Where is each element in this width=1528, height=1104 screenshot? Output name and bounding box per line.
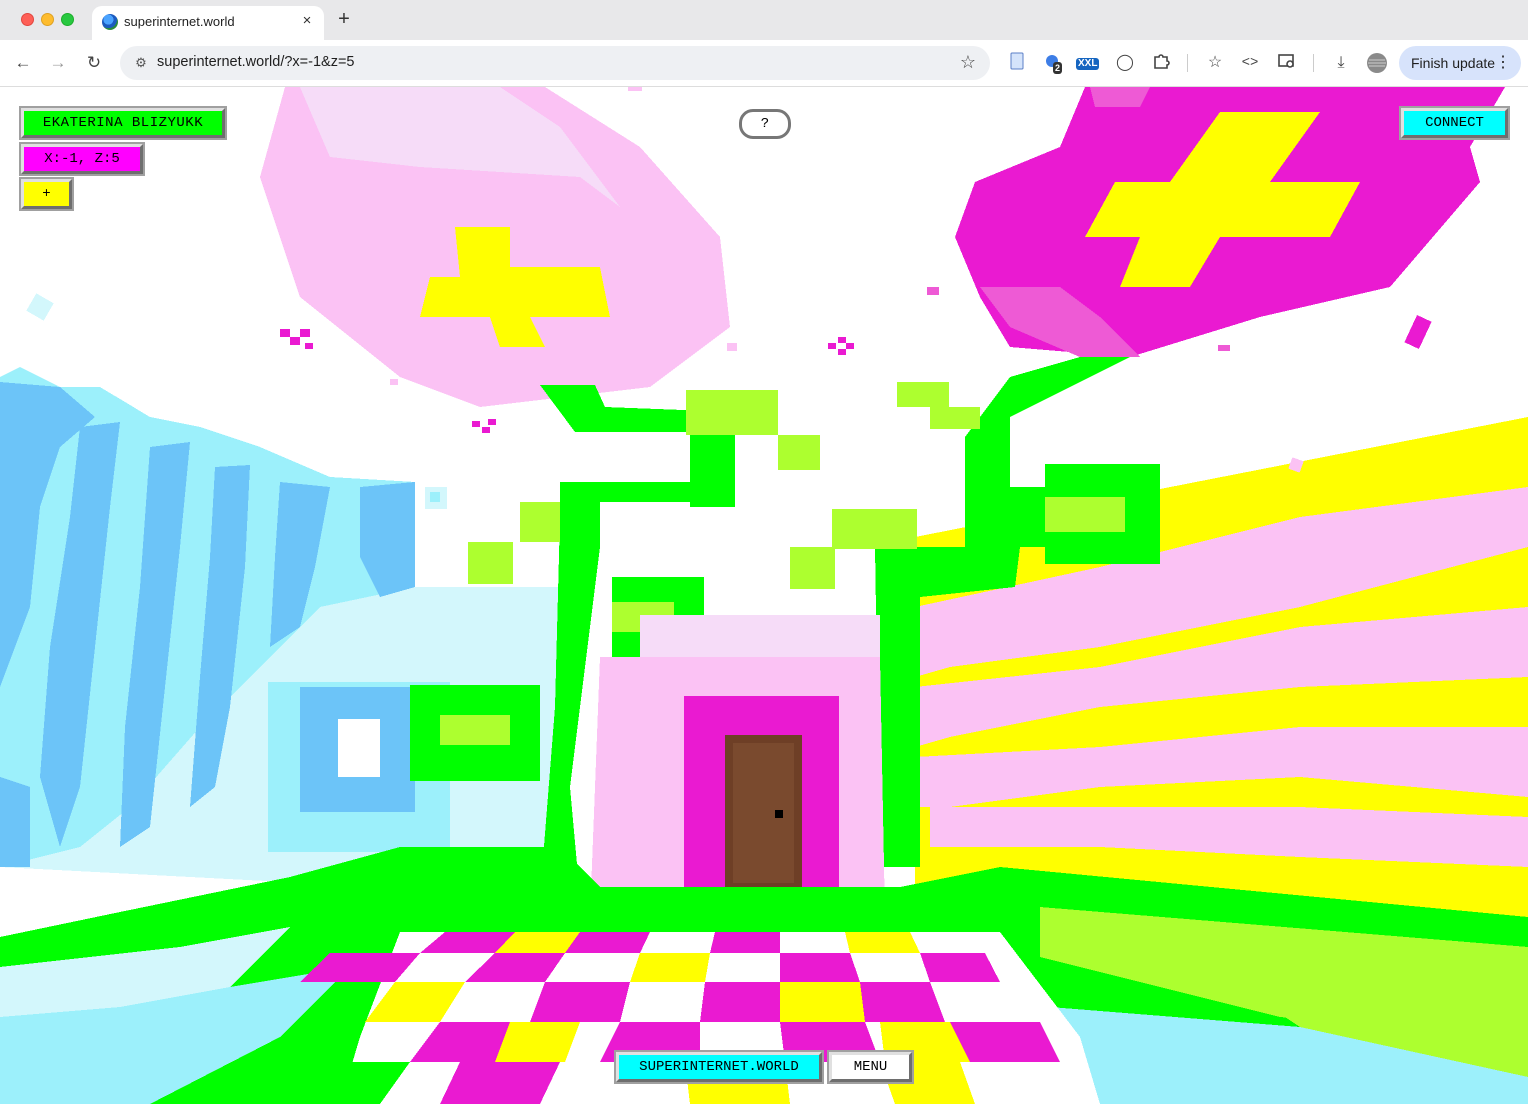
site-info-icon[interactable]: ⚙ <box>132 54 150 72</box>
minimize-window-button[interactable] <box>41 13 54 26</box>
browser-tab[interactable]: superinternet.world × <box>92 6 324 40</box>
maximize-window-button[interactable] <box>61 13 74 26</box>
more-menu-icon[interactable]: ⋮ <box>1495 46 1511 80</box>
bookmarks-icon[interactable]: ☆ <box>1204 52 1226 74</box>
xxl-extension-icon[interactable]: XXL <box>1076 52 1102 74</box>
game-scene[interactable] <box>0 87 1528 1104</box>
add-button[interactable]: + <box>19 177 74 211</box>
help-button[interactable]: ? <box>739 109 791 139</box>
finish-update-label: Finish update <box>1411 55 1496 71</box>
back-icon[interactable]: ← <box>10 50 36 76</box>
download-icon[interactable]: ⤓ <box>1330 52 1352 74</box>
player-name-badge[interactable]: EKATERINA BLIZYUKK <box>19 106 227 140</box>
toolbar-divider <box>1313 54 1314 72</box>
door-knob <box>775 810 783 818</box>
menu-button[interactable]: MENU <box>827 1050 914 1084</box>
screen-search-icon[interactable] <box>1276 52 1298 74</box>
toolbar-divider <box>1187 54 1188 72</box>
game-viewport[interactable]: EKATERINA BLIZYUKK X:-1, Z:5 + ? CONNECT… <box>0 87 1528 1104</box>
coordinates-badge: X:-1, Z:5 <box>19 142 145 176</box>
tab-title: superinternet.world <box>124 14 235 29</box>
bookmark-star-icon[interactable]: ☆ <box>960 52 976 73</box>
circle-extension-icon[interactable]: ◯ <box>1114 52 1136 74</box>
code-icon[interactable]: <> <box>1239 52 1261 74</box>
extension-icon[interactable]: 2 <box>1043 52 1065 74</box>
puzzle-icon[interactable] <box>1150 52 1172 74</box>
door-tower <box>590 615 885 917</box>
finish-update-button[interactable]: Finish update ⋮ <box>1399 46 1521 80</box>
forward-icon[interactable]: → <box>45 50 71 76</box>
superinternet-world-button[interactable]: SUPERINTERNET.WORLD <box>614 1050 824 1084</box>
browser-tab-bar: superinternet.world × + <box>0 0 1528 40</box>
reload-icon[interactable]: ↻ <box>81 50 107 76</box>
connect-button[interactable]: CONNECT <box>1399 106 1510 140</box>
new-tab-button[interactable]: + <box>334 9 354 29</box>
tab-close-icon[interactable]: × <box>298 12 316 30</box>
address-bar[interactable]: ⚙ superinternet.world/?x=-1&z=5 ☆ <box>120 46 990 80</box>
close-window-button[interactable] <box>21 13 34 26</box>
document-icon[interactable] <box>1006 52 1028 74</box>
browser-toolbar: ← → ↻ ⚙ superinternet.world/?x=-1&z=5 ☆ … <box>0 40 1528 87</box>
url-text[interactable]: superinternet.world/?x=-1&z=5 <box>157 54 354 70</box>
profile-avatar-icon[interactable] <box>1366 52 1388 74</box>
globe-favicon-icon <box>102 14 118 30</box>
